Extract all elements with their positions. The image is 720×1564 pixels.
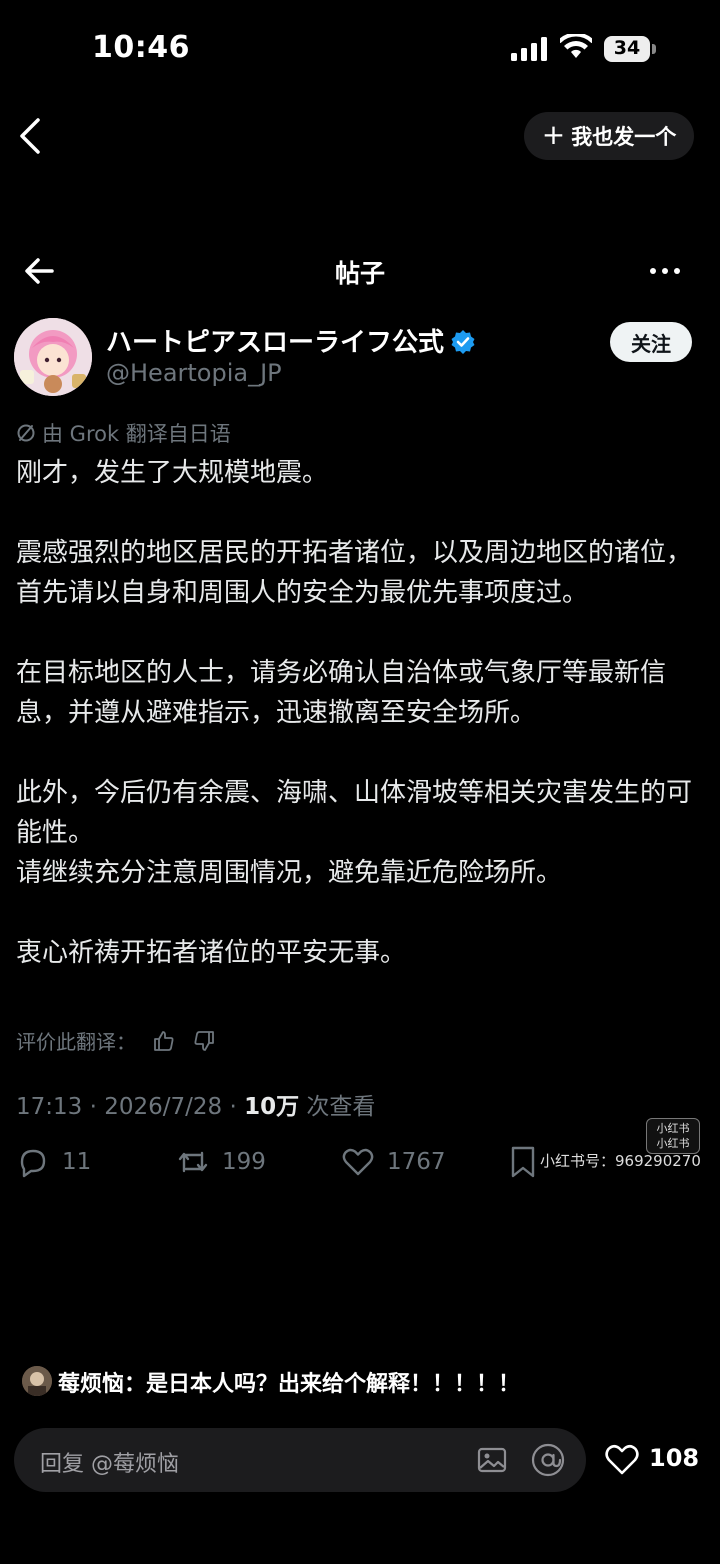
like-count: 1767: [387, 1149, 446, 1175]
thumbs-down-icon[interactable]: [192, 1029, 216, 1053]
post-paragraph: 衷心祈祷开拓者诸位的平安无事。: [16, 938, 407, 968]
like-button[interactable]: 1767: [341, 1145, 446, 1179]
verified-badge-icon: [451, 330, 475, 354]
post-paragraph: 在目标地区的人士，请务必确认自治体或气象厅等最新信息，并遵从避难指示，迅速撤离至…: [16, 658, 667, 728]
status-time: 10:46: [92, 30, 190, 65]
wifi-icon: [560, 34, 592, 58]
cellular-signal-icon: [511, 37, 547, 61]
post-paragraph: 此外，今后仍有余震、海啸、山体滑坡等相关灾害发生的可能性。 请继续充分注意周围情…: [16, 778, 693, 888]
reply-bar-like-count: 108: [649, 1444, 700, 1472]
rate-translation-label: 评价此翻译：: [16, 1030, 136, 1054]
arrow-back-icon[interactable]: [22, 254, 58, 288]
watermark-logo-top: 小红书: [656, 1122, 690, 1135]
post-too-label: 我也发一个: [571, 125, 677, 149]
reply-count: 11: [62, 1149, 92, 1175]
post-meta: 17:13 · 2026/7/28 · 10万 次查看: [16, 1087, 375, 1121]
heart-icon: [342, 1148, 374, 1176]
repost-icon: [178, 1151, 208, 1173]
reply-icon: [20, 1149, 46, 1178]
post-body: 刚才，发生了大规模地震。 震感强烈的地区居民的开拓者诸位，以及周边地区的诸位，首…: [16, 453, 706, 973]
translation-note-text: 由 Grok 翻译自日语: [42, 422, 231, 446]
author-name[interactable]: ハートピアスローライフ公式: [106, 322, 444, 359]
avatar-image: [14, 318, 92, 396]
repost-count: 199: [222, 1149, 266, 1175]
heart-outline-icon[interactable]: [604, 1442, 640, 1476]
grok-icon: [17, 424, 35, 442]
follow-button[interactable]: 关注: [610, 322, 692, 362]
comment-avatar[interactable]: [22, 1366, 52, 1396]
watermark-logo: 小红书 小红书: [646, 1118, 700, 1154]
post-timestamp: 17:13 · 2026/7/28 ·: [16, 1094, 245, 1120]
reply-button[interactable]: 11: [16, 1145, 91, 1179]
thumbs-up-icon[interactable]: [152, 1029, 176, 1053]
post-paragraph: 刚才，发生了大规模地震。: [16, 458, 329, 488]
author-handle[interactable]: @Heartopia_JP: [106, 359, 282, 387]
back-chevron-icon[interactable]: [16, 116, 44, 156]
repost-button[interactable]: 199: [176, 1145, 266, 1179]
post-too-button[interactable]: + 我也发一个: [524, 112, 694, 160]
page-title: 帖子: [334, 259, 385, 288]
reply-placeholder: 回复 @莓烦恼: [40, 1452, 179, 1477]
mention-icon[interactable]: [530, 1442, 566, 1478]
comment-text: 莓烦恼：是日本人吗？出来给个解释！！！！！: [58, 1372, 521, 1397]
comment-avatar-image: [22, 1366, 52, 1396]
post-paragraph: 震感强烈的地区居民的开拓者诸位，以及周边地区的诸位，首先请以自身和周围人的安全为…: [16, 538, 693, 608]
image-icon[interactable]: [476, 1444, 508, 1476]
views-count: 10万: [244, 1094, 300, 1120]
watermark-logo-bottom: 小红书: [656, 1137, 690, 1150]
more-options-icon[interactable]: [650, 259, 686, 283]
views-label: 次查看: [299, 1094, 376, 1120]
bookmark-icon[interactable]: [508, 1145, 538, 1179]
author-avatar[interactable]: [14, 318, 92, 396]
translation-note[interactable]: 由 Grok 翻译自日语: [16, 418, 231, 448]
rate-translation: 评价此翻译：: [16, 1026, 216, 1055]
plus-icon: +: [541, 117, 566, 151]
battery-level: 34: [613, 37, 641, 59]
battery-icon: 34: [604, 36, 656, 62]
